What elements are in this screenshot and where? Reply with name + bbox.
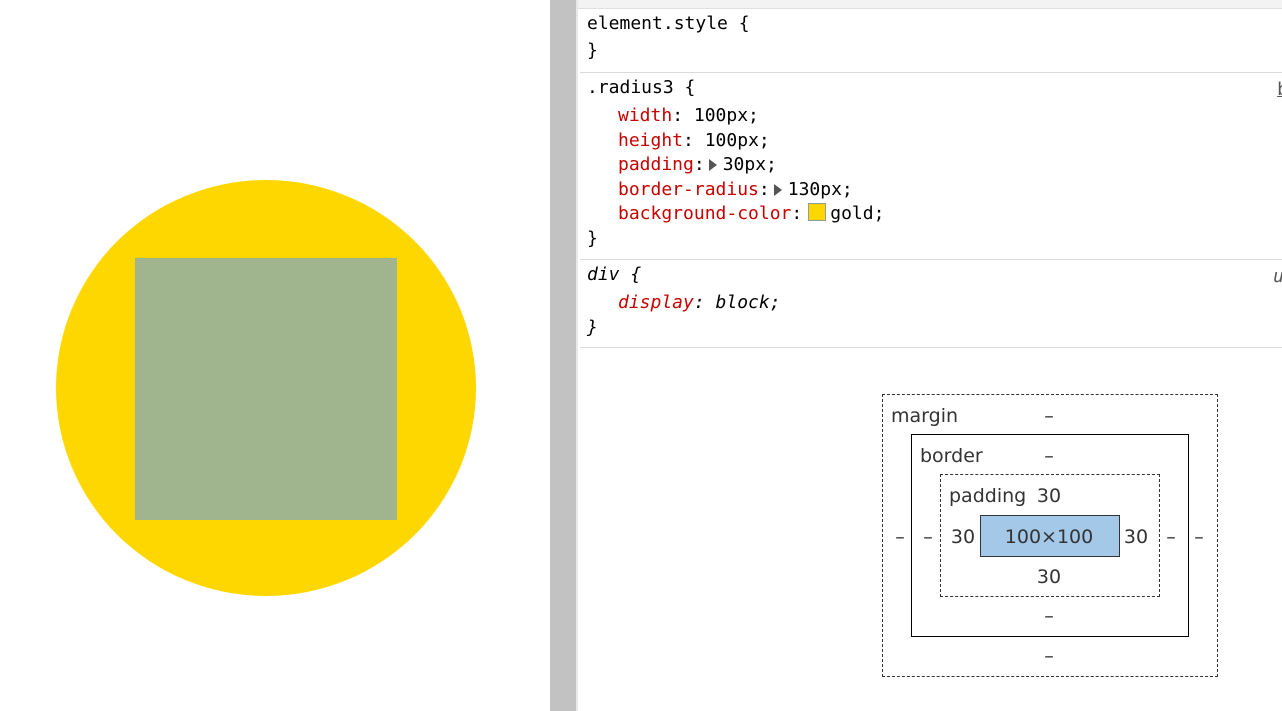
rule-selector: div { [587,264,642,285]
property-value[interactable]: 130px; [788,179,853,200]
declaration-background-color[interactable]: background-color: gold; [618,202,884,226]
margin-top-value[interactable]: – [1044,405,1054,427]
border-right-value[interactable]: – [1166,526,1176,548]
rule-source-link[interactable]: b [1277,79,1282,100]
margin-right-value[interactable]: – [1194,526,1204,548]
padding-top-value[interactable]: 30 [1037,485,1061,507]
rule-source-label: u [1273,266,1282,287]
property-name[interactable]: height [618,130,683,151]
property-name[interactable]: background-color [618,203,791,224]
property-name[interactable]: width [618,105,672,126]
declaration-display: display: block; [618,292,781,313]
declaration-padding[interactable]: padding: 30px; [618,153,777,177]
property-value[interactable]: 30px; [723,154,777,175]
devtools-styles-pane: element.style { } .radius3 { b width: 10… [578,0,1282,711]
rule-element-style: element.style { } [580,9,1282,73]
property-value[interactable]: 100px; [694,105,759,126]
padding-bottom-value[interactable]: 30 [1037,566,1061,588]
padding-left-value[interactable]: 30 [951,526,975,548]
declaration-height[interactable]: height: 100px; [618,129,770,153]
margin-left-value[interactable]: – [895,526,905,548]
border-label: border [920,445,983,467]
property-value[interactable]: gold; [830,203,884,224]
property-name: display [618,292,694,313]
rule-close-brace: } [587,228,598,249]
padding-right-value[interactable]: 30 [1124,526,1148,548]
page-preview [0,0,550,711]
property-name[interactable]: padding [618,154,694,175]
styles-toolbar-strip [578,0,1282,9]
border-bottom-value[interactable]: – [1044,605,1054,627]
rule-selector[interactable]: .radius3 { [587,76,695,100]
declaration-border-radius[interactable]: border-radius: 130px; [618,178,853,202]
rule-close-brace: } [587,40,598,61]
declaration-width[interactable]: width: 100px; [618,104,759,128]
rule-radius3: .radius3 { b width: 100px; height: 100px… [580,73,1282,260]
expand-triangle-icon[interactable] [708,159,717,171]
property-value[interactable]: 100px; [705,130,770,151]
rule-selector[interactable]: element.style { [587,12,750,36]
border-left-value[interactable]: – [923,526,933,548]
margin-label: margin [891,405,959,427]
property-name[interactable]: border-radius [618,179,759,200]
panel-splitter[interactable] [550,0,576,711]
rule-close-brace: } [587,317,598,338]
padding-label: padding [949,485,1027,507]
property-value: block; [715,292,781,313]
content-size-value[interactable]: 100×100 [1005,526,1093,548]
rule-div-user-agent: div { u display: block; } [580,260,1282,348]
expand-triangle-icon[interactable] [773,184,782,196]
color-swatch-icon[interactable] [808,203,827,221]
border-top-value[interactable]: – [1044,445,1054,467]
margin-bottom-value[interactable]: – [1044,645,1054,667]
content-box-highlight [135,258,397,520]
